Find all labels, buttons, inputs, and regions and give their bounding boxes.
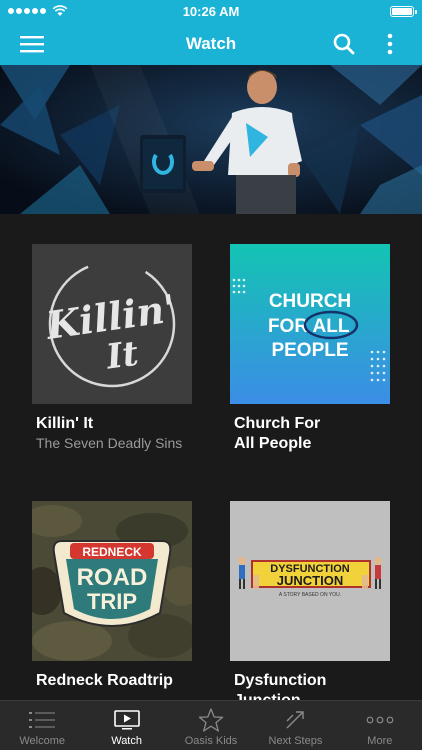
series-artwork: REDNECK ROAD TRIP bbox=[32, 501, 192, 661]
svg-text:TRIP: TRIP bbox=[87, 589, 137, 614]
star-icon bbox=[198, 708, 224, 732]
svg-text:A STORY BASED ON YOU.: A STORY BASED ON YOU. bbox=[279, 592, 341, 598]
arrows-icon bbox=[286, 711, 305, 729]
tab-next-steps[interactable]: Next Steps bbox=[253, 701, 337, 750]
status-bar: 10:26 AM bbox=[0, 0, 422, 22]
tab-more[interactable]: More bbox=[338, 701, 422, 750]
list-icon bbox=[29, 712, 56, 728]
series-card-dysfunction-junction[interactable]: DYSFUNCTION JUNCTION A STORY BASED ON YO… bbox=[230, 501, 392, 700]
series-artwork: Killin' It bbox=[32, 244, 192, 404]
series-title: Dysfunction Junction bbox=[234, 672, 327, 700]
hero-banner[interactable] bbox=[0, 65, 422, 214]
svg-text:CHURCH: CHURCH bbox=[269, 291, 351, 312]
series-card-redneck-roadtrip[interactable]: REDNECK ROAD TRIP Redneck Roadtrip bbox=[32, 501, 194, 691]
series-artwork: CHURCH FOR ALL PEOPLE bbox=[230, 244, 390, 404]
tab-bar: Welcome Watch Oasis Kids Next Steps More bbox=[0, 700, 422, 750]
svg-text:JUNCTION: JUNCTION bbox=[277, 573, 343, 588]
tab-label: Oasis Kids bbox=[184, 735, 238, 747]
series-title: Redneck Roadtrip bbox=[36, 672, 173, 689]
search-button[interactable] bbox=[326, 22, 362, 65]
series-artwork: DYSFUNCTION JUNCTION A STORY BASED ON YO… bbox=[230, 501, 390, 661]
svg-text:ROAD: ROAD bbox=[77, 564, 148, 591]
series-title: Church For All People bbox=[234, 415, 321, 452]
more-options-button[interactable] bbox=[372, 22, 408, 65]
signal-area bbox=[8, 5, 68, 17]
tab-welcome[interactable]: Welcome bbox=[0, 701, 84, 750]
battery-icon bbox=[390, 5, 417, 17]
vertical-dots-icon bbox=[387, 33, 393, 54]
menu-button[interactable] bbox=[14, 22, 50, 65]
wifi-icon bbox=[52, 5, 68, 16]
series-card-killin-it[interactable]: Killin' It Killin' It The Seven Deadly S… bbox=[32, 244, 194, 452]
tab-label: More bbox=[367, 735, 393, 747]
series-card-church-for-all-people[interactable]: CHURCH FOR ALL PEOPLE Church For All Peo… bbox=[230, 244, 392, 454]
tab-label: Next Steps bbox=[268, 735, 323, 747]
series-grid: Killin' It Killin' It The Seven Deadly S… bbox=[0, 214, 422, 700]
svg-text:ALL: ALL bbox=[313, 316, 350, 337]
tab-label: Watch bbox=[111, 735, 142, 747]
signal-strength-icon bbox=[8, 8, 46, 14]
svg-text:REDNECK: REDNECK bbox=[82, 545, 142, 559]
play-screen-icon bbox=[113, 710, 140, 730]
tab-watch[interactable]: Watch bbox=[84, 701, 168, 750]
tab-oasis-kids[interactable]: Oasis Kids bbox=[169, 701, 253, 750]
speaker-photo bbox=[0, 65, 422, 214]
horizontal-dots-icon bbox=[366, 716, 394, 724]
svg-text:PEOPLE: PEOPLE bbox=[271, 340, 348, 361]
nav-bar: Watch bbox=[0, 22, 422, 65]
series-title: Killin' It bbox=[36, 415, 94, 432]
svg-text:It: It bbox=[103, 334, 141, 378]
svg-text:FOR: FOR bbox=[268, 316, 308, 337]
hamburger-menu-icon bbox=[20, 35, 44, 52]
series-subtitle: The Seven Deadly Sins bbox=[36, 435, 183, 451]
page-title: Watch bbox=[185, 33, 237, 53]
search-icon bbox=[333, 33, 355, 54]
tab-label: Welcome bbox=[19, 735, 66, 747]
